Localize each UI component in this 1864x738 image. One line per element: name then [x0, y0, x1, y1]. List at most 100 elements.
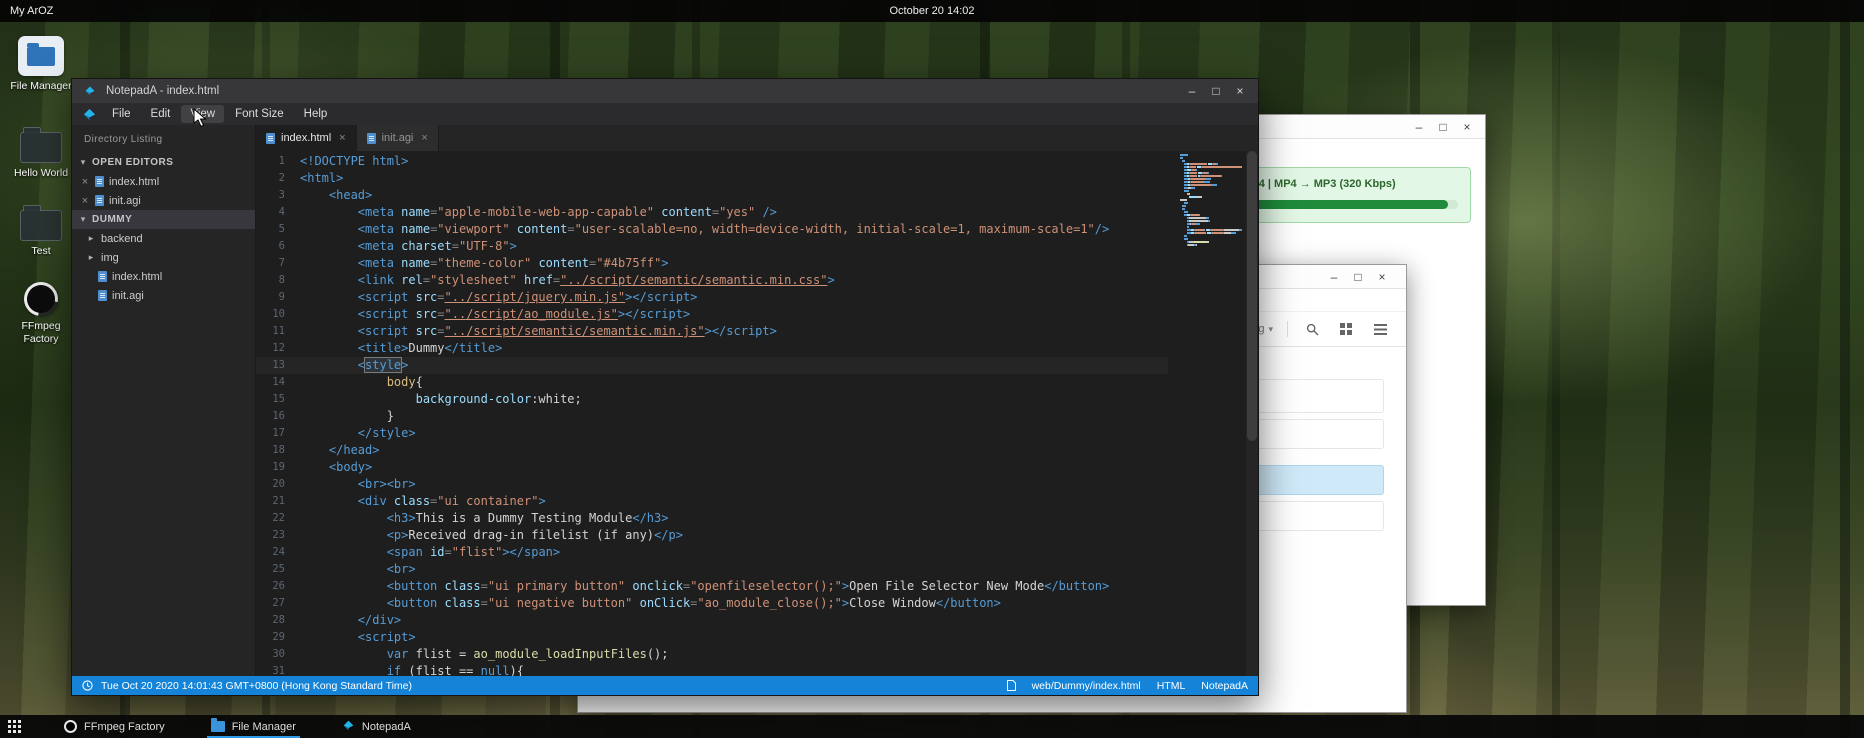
- code-line[interactable]: 1<!DOCTYPE html>: [256, 153, 1168, 170]
- toolbar-divider: [1287, 321, 1288, 337]
- menu-edit[interactable]: Edit: [142, 105, 180, 123]
- file-icon: [98, 290, 107, 301]
- code-line[interactable]: 9 <script src="../script/jquery.min.js">…: [256, 289, 1168, 306]
- desktop: File Manager Hello World Test FFmpeg Fac…: [0, 0, 1864, 738]
- window-title: NotepadA - index.html: [106, 85, 219, 97]
- chevron-down-icon: ▾: [78, 157, 88, 168]
- sidebar-title: Directory Listing: [72, 125, 255, 153]
- status-app-name: NotepadA: [1201, 680, 1248, 692]
- notepada-window[interactable]: NotepadA - index.html – □ × File Edit Vi…: [71, 78, 1259, 696]
- file-manager-app-icon: [18, 36, 64, 76]
- code-line[interactable]: 18 </head>: [256, 442, 1168, 459]
- code-line[interactable]: 30 var flist = ao_module_loadInputFiles(…: [256, 646, 1168, 663]
- minimize-icon[interactable]: –: [1180, 84, 1204, 98]
- code-line[interactable]: 25 <br>: [256, 561, 1168, 578]
- grid-view-icon[interactable]: [1336, 319, 1356, 339]
- taskbar-item-notepada[interactable]: NotepadA: [332, 715, 421, 738]
- code-line[interactable]: 22 <h3>This is a Dummy Testing Module</h…: [256, 510, 1168, 527]
- minimize-icon[interactable]: –: [1322, 270, 1346, 284]
- list-view-icon[interactable]: [1370, 319, 1390, 339]
- minimap[interactable]: [1180, 154, 1242, 247]
- maximize-icon[interactable]: □: [1204, 84, 1228, 98]
- code-line[interactable]: 17 </style>: [256, 425, 1168, 442]
- code-line[interactable]: 16 }: [256, 408, 1168, 425]
- close-icon[interactable]: ×: [339, 132, 345, 144]
- code-line[interactable]: 11 <script src="../script/semantic/seman…: [256, 323, 1168, 340]
- close-icon[interactable]: ×: [1455, 120, 1479, 134]
- tree-file-init-agi[interactable]: init.agi: [72, 286, 255, 305]
- open-editor-init-agi[interactable]: × init.agi: [72, 191, 255, 210]
- clock-icon: [82, 680, 93, 691]
- code-line[interactable]: 12 <title>Dummy</title>: [256, 340, 1168, 357]
- start-menu-icon[interactable]: [0, 720, 28, 733]
- chevron-right-icon: ▸: [86, 252, 96, 263]
- code-line[interactable]: 24 <span id="flist"></span>: [256, 544, 1168, 561]
- menu-help[interactable]: Help: [295, 105, 337, 123]
- tree-folder-backend[interactable]: ▸ backend: [72, 229, 255, 248]
- code-line[interactable]: 26 <button class="ui primary button" onc…: [256, 578, 1168, 595]
- close-icon[interactable]: ×: [1370, 270, 1394, 284]
- file-icon: [367, 133, 376, 144]
- code-lines[interactable]: 1<!DOCTYPE html>2<html>3 <head>4 <meta n…: [256, 151, 1168, 676]
- open-editor-index-html[interactable]: × index.html: [72, 172, 255, 191]
- code-line[interactable]: 15 background-color:white;: [256, 391, 1168, 408]
- tree-folder-img[interactable]: ▸ img: [72, 248, 255, 267]
- code-line[interactable]: 6 <meta charset="UTF-8">: [256, 238, 1168, 255]
- tab-bar: index.html × init.agi ×: [256, 125, 1258, 151]
- status-language[interactable]: HTML: [1157, 680, 1186, 692]
- code-line[interactable]: 14 body{: [256, 374, 1168, 391]
- code-line[interactable]: 20 <br><br>: [256, 476, 1168, 493]
- section-dummy[interactable]: ▾ DUMMY: [72, 210, 255, 229]
- code-line[interactable]: 8 <link rel="stylesheet" href="../script…: [256, 272, 1168, 289]
- taskbar: FFmpeg Factory File Manager NotepadA: [0, 715, 1864, 738]
- code-line[interactable]: 5 <meta name="viewport" content="user-sc…: [256, 221, 1168, 238]
- menu-bar: File Edit View Font Size Help: [72, 103, 1258, 125]
- code-line[interactable]: 21 <div class="ui container">: [256, 493, 1168, 510]
- taskbar-item-ffmpeg-factory[interactable]: FFmpeg Factory: [54, 715, 175, 738]
- code-line[interactable]: 19 <body>: [256, 459, 1168, 476]
- status-bar: Tue Oct 20 2020 14:01:43 GMT+0800 (Hong …: [72, 676, 1258, 695]
- tab-init-agi[interactable]: init.agi ×: [357, 125, 439, 151]
- menu-font-size[interactable]: Font Size: [226, 105, 293, 123]
- taskbar-item-file-manager[interactable]: File Manager: [201, 715, 306, 738]
- scrollbar-thumb[interactable]: [1247, 151, 1257, 441]
- scrollbar[interactable]: [1246, 151, 1258, 676]
- search-icon[interactable]: [1302, 319, 1322, 339]
- close-icon[interactable]: ×: [421, 132, 427, 144]
- close-icon[interactable]: ×: [1228, 84, 1252, 98]
- code-line[interactable]: 3 <head>: [256, 187, 1168, 204]
- desktop-icon-test[interactable]: Test: [8, 204, 74, 258]
- maximize-icon[interactable]: □: [1346, 270, 1370, 284]
- close-icon[interactable]: ×: [80, 195, 90, 207]
- desktop-icon-hello-world[interactable]: Hello World: [8, 126, 74, 180]
- code-editor[interactable]: 1<!DOCTYPE html>2<html>3 <head>4 <meta n…: [256, 151, 1258, 676]
- editor-titlebar[interactable]: NotepadA - index.html – □ ×: [72, 79, 1258, 103]
- code-line[interactable]: 29 <script>: [256, 629, 1168, 646]
- chevron-down-icon: ▾: [78, 214, 88, 225]
- code-line[interactable]: 10 <script src="../script/ao_module.js">…: [256, 306, 1168, 323]
- code-line[interactable]: 7 <meta name="theme-color" content="#4b7…: [256, 255, 1168, 272]
- code-line[interactable]: 27 <button class="ui negative button" on…: [256, 595, 1168, 612]
- code-line[interactable]: 2<html>: [256, 170, 1168, 187]
- code-line[interactable]: 13 <style>: [256, 357, 1168, 374]
- code-line[interactable]: 28 </div>: [256, 612, 1168, 629]
- ffmpeg-factory-icon: [64, 720, 77, 733]
- menu-file[interactable]: File: [103, 105, 140, 123]
- minimize-icon[interactable]: –: [1407, 120, 1431, 134]
- code-line[interactable]: 23 <p>Received drag-in filelist (if any)…: [256, 527, 1168, 544]
- status-file-path[interactable]: web/Dummy/index.html: [1032, 680, 1141, 692]
- file-icon: [95, 176, 104, 187]
- folder-icon: [20, 210, 62, 241]
- tab-index-html[interactable]: index.html ×: [256, 125, 357, 151]
- desktop-icon-ffmpeg-factory[interactable]: FFmpeg Factory: [8, 282, 74, 345]
- close-icon[interactable]: ×: [80, 176, 90, 188]
- sidebar: Directory Listing ▾ OPEN EDITORS × index…: [72, 125, 256, 676]
- aroz-menu-button[interactable]: My ArOZ: [10, 5, 53, 17]
- code-line[interactable]: 4 <meta name="apple-mobile-web-app-capab…: [256, 204, 1168, 221]
- code-line[interactable]: 31 if (flist == null){: [256, 663, 1168, 676]
- desktop-icon-file-manager[interactable]: File Manager: [8, 36, 74, 93]
- section-open-editors[interactable]: ▾ OPEN EDITORS: [72, 153, 255, 172]
- file-icon: [1007, 680, 1016, 691]
- tree-file-index-html[interactable]: index.html: [72, 267, 255, 286]
- maximize-icon[interactable]: □: [1431, 120, 1455, 134]
